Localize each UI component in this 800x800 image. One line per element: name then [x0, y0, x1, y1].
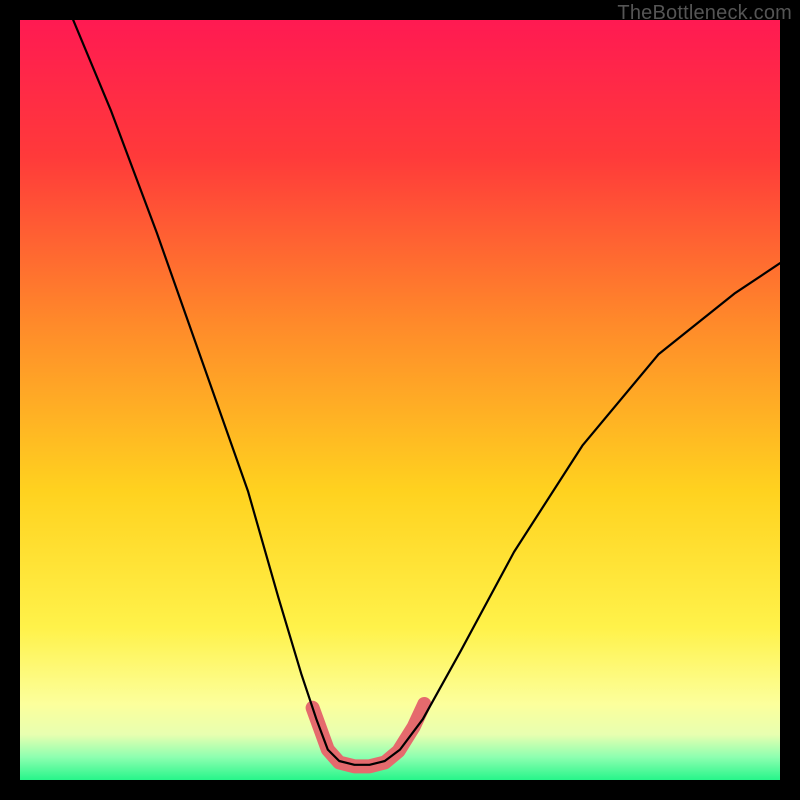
plot-area: [20, 20, 780, 780]
bottleneck-chart: [20, 20, 780, 780]
gradient-background: [20, 20, 780, 780]
chart-frame: TheBottleneck.com: [0, 0, 800, 800]
